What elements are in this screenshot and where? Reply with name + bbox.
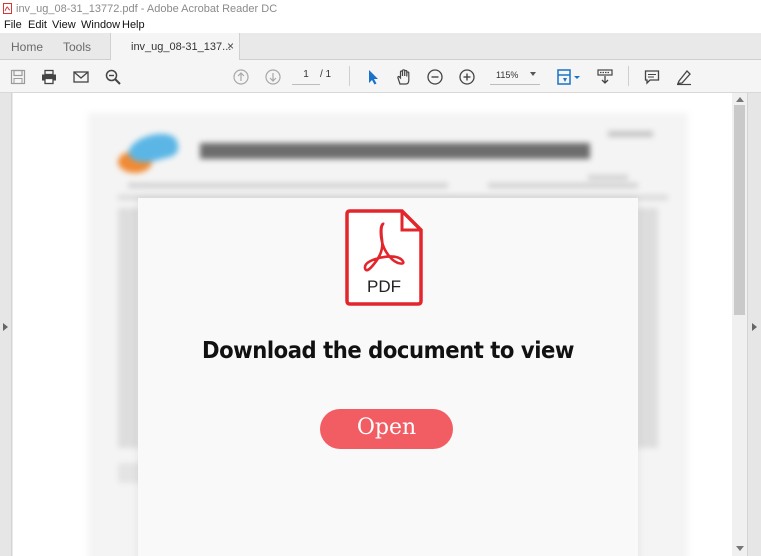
scroll-down-icon[interactable] [736,546,744,551]
toolbar-separator [349,66,350,86]
scrollbar-thumb[interactable] [734,105,745,315]
zoom-level-select[interactable]: 115% [490,66,540,85]
close-tab-icon[interactable]: × [227,39,234,53]
menu-bar: File Edit View Window Help [0,18,761,33]
print-icon[interactable] [40,68,58,86]
document-page: PDF Download the document to view Open [13,93,732,556]
comment-icon[interactable] [643,68,661,86]
menu-window[interactable]: Window [81,19,120,31]
expand-left-panel-icon [3,323,8,331]
next-page-icon[interactable] [264,68,282,86]
zoom-out-icon[interactable] [426,68,444,86]
page-total: / 1 [320,69,332,80]
open-button[interactable]: Open [320,409,453,449]
menu-help[interactable]: Help [122,19,145,31]
menu-edit[interactable]: Edit [28,19,47,31]
hand-tool-icon[interactable] [395,68,413,86]
toolbar-separator [628,66,629,86]
acrobat-app-icon [3,3,12,14]
window-title-bar: inv_ug_08-31_13772.pdf - Adobe Acrobat R… [0,0,761,18]
menu-view[interactable]: View [52,19,76,31]
tab-document-label: inv_ug_08-31_137... [131,41,232,53]
zoom-in-icon[interactable] [458,68,476,86]
highlight-pen-icon[interactable] [675,68,693,86]
zoom-out-search-icon[interactable] [104,68,122,86]
download-message: Download the document to view [201,338,575,364]
page-number-input[interactable]: 1 [292,66,320,85]
email-icon[interactable] [72,68,90,86]
right-panel-toggle[interactable] [747,93,761,556]
chevron-down-icon [530,72,536,76]
tab-tools[interactable]: Tools [63,40,91,54]
blurred-column [118,208,140,448]
blurred-line [128,183,448,188]
download-overlay-card: PDF Download the document to view Open [138,198,638,556]
select-cursor-icon[interactable] [364,68,382,86]
toolbar [0,60,761,93]
left-panel-toggle[interactable] [0,93,12,556]
blurred-line [488,183,638,188]
blurred-column [636,208,658,448]
window-title: inv_ug_08-31_13772.pdf - Adobe Acrobat R… [16,3,278,15]
blurred-line [608,131,653,137]
zoom-level-value: 115% [496,70,519,80]
blurred-title [200,143,590,159]
previous-page-icon[interactable] [232,68,250,86]
vertical-scrollbar[interactable] [732,93,747,556]
blurred-line [588,175,628,180]
tab-document[interactable]: inv_ug_08-31_137... × [110,33,240,61]
save-icon[interactable] [9,68,27,86]
pdf-icon-label: PDF [367,277,401,296]
tab-home[interactable]: Home [11,40,43,54]
scroll-mode-icon[interactable] [596,68,614,86]
menu-file[interactable]: File [4,19,22,31]
fit-page-icon[interactable] [556,68,582,86]
expand-right-panel-icon [752,323,757,331]
scroll-up-icon[interactable] [736,97,744,102]
pdf-file-icon: PDF [345,209,423,306]
